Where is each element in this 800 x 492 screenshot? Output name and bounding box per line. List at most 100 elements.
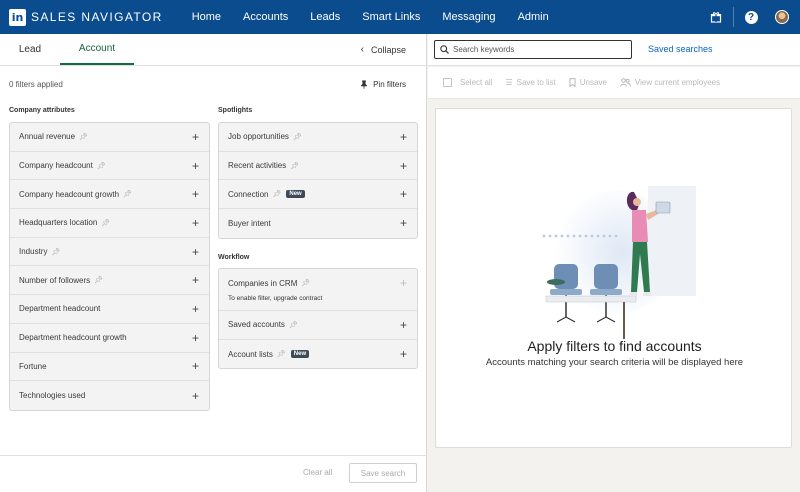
pin-filters-label: Pin filters — [373, 79, 406, 89]
add-icon[interactable]: + — [400, 131, 407, 143]
add-icon[interactable]: + — [400, 319, 407, 331]
filter-label: Fortune — [19, 361, 47, 371]
filter-label: Account lists — [228, 349, 273, 359]
bookmark-icon — [569, 78, 576, 87]
pin-icon[interactable]: 📌︎ — [289, 321, 298, 329]
pin-icon[interactable]: 📌︎ — [290, 162, 299, 170]
add-icon[interactable]: + — [192, 390, 199, 402]
pin-icon[interactable]: 📌︎ — [79, 133, 88, 141]
filter-department-headcount-growth[interactable]: Department headcount growth + — [10, 324, 209, 353]
filter-label: Industry — [19, 247, 48, 257]
nav-item-leads[interactable]: Leads — [299, 0, 351, 34]
filter-fortune[interactable]: Fortune + — [10, 353, 209, 382]
sales-navigator-logo[interactable]: in SALES NAVIGATOR — [9, 8, 163, 26]
filter-technologies-used[interactable]: Technologies used + — [10, 381, 209, 410]
filter-connection[interactable]: Connection 📌︎ New + — [219, 180, 417, 210]
filter-recent-activities[interactable]: Recent activities 📌︎ + — [219, 152, 417, 181]
top-navigation-bar: in SALES NAVIGATOR Home Accounts Leads S… — [0, 0, 800, 34]
add-icon[interactable]: + — [400, 160, 407, 172]
filter-status-bar: 0 filters applied Pin filters — [9, 77, 406, 91]
nav-item-admin[interactable]: Admin — [507, 0, 560, 34]
pin-icon[interactable]: 📌︎ — [97, 162, 106, 170]
save-to-list-label: Save to list — [516, 78, 556, 87]
save-search-button[interactable]: Save search — [349, 463, 417, 483]
select-all-checkbox[interactable] — [443, 78, 452, 87]
filter-companies-in-crm: Companies in CRM 📌︎ + To enable filter, … — [219, 269, 417, 311]
pin-icon[interactable]: 📌︎ — [293, 133, 302, 141]
gift-icon[interactable] — [699, 0, 733, 34]
nav-item-messaging[interactable]: Messaging — [431, 0, 506, 34]
nav-item-home[interactable]: Home — [181, 0, 232, 34]
filter-saved-accounts[interactable]: Saved accounts 📌︎ + — [219, 311, 417, 340]
filter-industry[interactable]: Industry 📌︎ + — [10, 238, 209, 267]
filter-label: Company headcount — [19, 161, 93, 171]
clear-all-button[interactable]: Clear all — [303, 468, 332, 477]
workflow-filters: Companies in CRM 📌︎ + To enable filter, … — [218, 268, 418, 370]
new-badge: New — [290, 350, 310, 359]
pin-icon[interactable]: 📌︎ — [123, 190, 132, 198]
tab-account[interactable]: Account — [60, 34, 134, 65]
workflow-title: Workflow — [218, 254, 250, 261]
search-input[interactable] — [453, 45, 623, 54]
filter-label: Connection — [228, 189, 269, 199]
filter-number-of-followers[interactable]: Number of followers 📌︎ + — [10, 266, 209, 296]
tab-lead[interactable]: Lead — [0, 34, 60, 65]
pin-icon[interactable]: 📌︎ — [51, 248, 60, 256]
add-icon[interactable]: + — [400, 348, 407, 360]
pin-icon[interactable]: 📌︎ — [94, 276, 103, 284]
upgrade-note: To enable filter, upgrade contract — [228, 295, 323, 302]
linkedin-logo-icon: in — [9, 8, 26, 26]
filter-label: Headquarters location — [19, 218, 98, 228]
unsave-label: Unsave — [579, 78, 607, 87]
add-icon[interactable]: + — [192, 332, 199, 344]
pin-icon[interactable]: 📌︎ — [301, 279, 310, 287]
add-icon[interactable]: + — [192, 217, 199, 229]
filter-label: Technologies used — [19, 391, 86, 401]
add-icon[interactable]: + — [400, 188, 407, 200]
filter-headquarters-location[interactable]: Headquarters location 📌︎ + — [10, 209, 209, 238]
filter-department-headcount[interactable]: Department headcount + — [10, 295, 209, 324]
pin-icon[interactable]: 📌︎ — [272, 190, 281, 198]
add-icon[interactable]: + — [192, 303, 199, 315]
nav-item-smart-links[interactable]: Smart Links — [351, 0, 431, 34]
saved-searches-link[interactable]: Saved searches — [648, 44, 713, 54]
view-current-employees-action[interactable]: View current employees — [620, 78, 720, 87]
save-to-list-action[interactable]: ☰ Save to list — [505, 78, 555, 87]
company-attributes-title: Company attributes — [9, 107, 75, 114]
add-icon[interactable]: + — [192, 274, 199, 286]
add-icon[interactable]: + — [192, 360, 199, 372]
pin-filters-button[interactable]: Pin filters — [360, 80, 406, 89]
search-icon — [440, 45, 449, 54]
filter-account-lists[interactable]: Account lists 📌︎ New + — [219, 340, 417, 369]
pin-icon[interactable]: 📌︎ — [101, 219, 110, 227]
results-panel: Saved searches Select all ☰ Save to list… — [428, 34, 800, 492]
filter-company-headcount-growth[interactable]: Company headcount growth 📌︎ + — [10, 180, 209, 210]
profile-menu[interactable] — [768, 0, 796, 34]
add-icon[interactable]: + — [192, 188, 199, 200]
people-icon — [620, 78, 631, 87]
company-attributes-filters: Annual revenue 📌︎ + Company headcount 📌︎ + C… — [9, 122, 210, 411]
filter-job-opportunities[interactable]: Job opportunities 📌︎ + — [219, 123, 417, 152]
filters-applied-count: 0 filters applied — [9, 79, 63, 89]
empty-state-subtitle: Accounts matching your search criteria w… — [485, 357, 744, 368]
filter-label: Saved accounts — [228, 320, 285, 330]
nav-right-tools: ? — [699, 0, 800, 34]
filter-label: Company headcount growth — [19, 189, 120, 199]
add-icon[interactable]: + — [192, 131, 199, 143]
filter-company-headcount[interactable]: Company headcount 📌︎ + — [10, 152, 209, 181]
collapse-button[interactable]: ‹ Collapse — [361, 34, 406, 65]
select-all-action[interactable]: Select all — [443, 78, 492, 87]
add-icon[interactable]: + — [192, 160, 199, 172]
empty-state-title: Apply filters to find accounts — [527, 338, 702, 354]
filter-buyer-intent[interactable]: Buyer intent + — [219, 209, 417, 238]
empty-results-card: Apply filters to find accounts Accounts … — [435, 108, 792, 448]
add-icon[interactable]: + — [400, 217, 407, 229]
nav-item-accounts[interactable]: Accounts — [232, 0, 299, 34]
filter-annual-revenue[interactable]: Annual revenue 📌︎ + — [10, 123, 209, 152]
pin-icon[interactable]: 📌︎ — [277, 350, 286, 358]
help-icon[interactable]: ? — [734, 0, 768, 34]
unsave-action[interactable]: Unsave — [569, 78, 607, 87]
add-icon[interactable]: + — [192, 246, 199, 258]
search-box — [434, 40, 632, 59]
bulk-actions-bar: Select all ☰ Save to list Unsave View cu… — [428, 67, 800, 99]
